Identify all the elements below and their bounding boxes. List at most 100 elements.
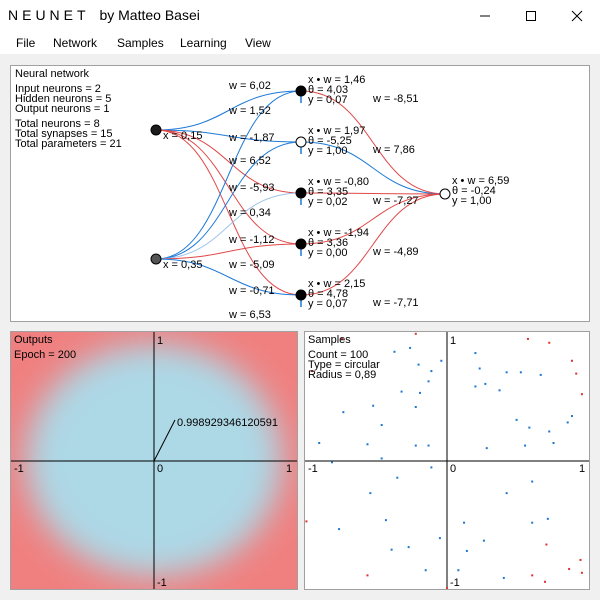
close-button[interactable] <box>554 0 600 32</box>
sample-point <box>330 461 333 464</box>
sample-point <box>478 367 481 370</box>
maximize-button[interactable] <box>508 0 554 32</box>
minimize-button[interactable] <box>462 0 508 32</box>
neuron-y: y = 0,00 <box>308 247 347 259</box>
sample-point <box>380 457 383 460</box>
axis-tick-left: -1 <box>14 463 24 475</box>
axis-tick-origin: 0 <box>450 463 456 475</box>
sample-point <box>427 444 430 447</box>
sample-point <box>430 466 433 469</box>
sample-point <box>484 382 487 385</box>
sample-point <box>396 476 399 479</box>
samples-title: Samples <box>308 334 351 346</box>
outputs-panel: Outputs Epoch = 200 1 -1 -1 1 0 0.998929… <box>10 331 298 590</box>
weight-label: w = -5,93 <box>228 182 275 194</box>
sample-point <box>424 569 427 572</box>
hidden-neuron-node <box>295 85 307 97</box>
sample-point <box>414 332 417 335</box>
weight-label: w = -8,51 <box>372 93 419 105</box>
sample-point <box>502 576 505 579</box>
samples-plot: Samples Count = 100 Type = circular Radi… <box>305 332 589 590</box>
sample-point <box>568 567 571 570</box>
sample-point <box>430 370 433 373</box>
weight-label: w = -1,12 <box>228 234 275 246</box>
menu-view[interactable]: View <box>245 36 271 50</box>
app-name: NEUNET <box>8 7 90 23</box>
sample-point <box>575 372 578 375</box>
weight-label: w = -7,71 <box>372 297 419 309</box>
synapse <box>155 192 302 260</box>
sample-point <box>338 528 341 531</box>
title-bar: NEUNET by Matteo Basei <box>0 0 600 32</box>
sample-point <box>465 549 468 552</box>
axis-tick-bottom: -1 <box>157 577 167 589</box>
sample-point <box>548 430 551 433</box>
output-neuron: x • w = 6,59 θ = -0,24 y = 1,00 <box>439 175 509 207</box>
hidden-neuron-node <box>295 136 307 148</box>
close-icon <box>571 10 583 22</box>
sample-point <box>417 363 420 366</box>
sample-point <box>539 373 542 376</box>
menu-network[interactable]: Network <box>53 36 97 50</box>
samples-radius: Radius = 0,89 <box>308 369 376 381</box>
neuron-y: y = 0,07 <box>308 298 347 310</box>
hidden-neuron: x • w = 1,46θ = 4,03y = 0,07 <box>295 74 365 106</box>
sample-point <box>543 580 546 583</box>
input-neuron: x = 0,15 <box>150 124 202 142</box>
sample-point <box>390 548 393 551</box>
input-value: x = 0,15 <box>163 130 202 142</box>
input-value: x = 0,35 <box>163 259 202 271</box>
sample-point <box>414 444 417 447</box>
output-y: y = 1,00 <box>452 195 491 207</box>
sample-point <box>305 520 308 523</box>
menu-file[interactable]: File <box>16 36 35 50</box>
sample-point <box>463 521 466 524</box>
input-neuron-node <box>150 124 162 136</box>
sample-point <box>545 543 548 546</box>
network-panel: Neural network Input neurons = 2 Hidden … <box>10 65 590 322</box>
sample-point <box>393 350 396 353</box>
sample-point <box>570 359 573 362</box>
samples-panel: Samples Count = 100 Type = circular Radi… <box>304 331 590 590</box>
weight-label: w = -4,89 <box>372 246 419 258</box>
axis-tick-origin: 0 <box>157 463 163 475</box>
sample-point <box>474 352 477 355</box>
hidden-neuron-node <box>295 187 307 199</box>
hidden-neuron-node <box>295 289 307 301</box>
sample-point <box>526 337 529 340</box>
weight-label: w = -5,09 <box>228 259 275 271</box>
sample-point <box>474 385 477 388</box>
weight-label: w = 1,52 <box>228 105 271 117</box>
menu-samples[interactable]: Samples <box>117 36 164 50</box>
hidden-neuron-node <box>295 238 307 250</box>
menu-learning[interactable]: Learning <box>180 36 227 50</box>
weight-label: w = -0,71 <box>228 285 275 297</box>
weight-label: w = -7,27 <box>372 195 419 207</box>
sample-point <box>519 371 522 374</box>
sample-point <box>414 406 417 409</box>
network-info: Neural network Input neurons = 2 Hidden … <box>15 68 122 150</box>
sample-point <box>409 346 412 349</box>
weight-label: w = 6,52 <box>228 155 271 167</box>
stat-output-neurons: Output neurons = 1 <box>15 103 109 115</box>
sample-point <box>366 574 369 577</box>
neuron-y: y = 0,07 <box>308 94 347 106</box>
sample-point <box>380 424 383 427</box>
app-byline: by Matteo Basei <box>99 7 200 23</box>
weight-label: w = -1,87 <box>228 132 275 144</box>
axis-tick-right: 1 <box>286 463 292 475</box>
sample-point <box>515 418 518 421</box>
sample-point <box>531 480 534 483</box>
sample-point <box>400 390 403 393</box>
window-title: NEUNET by Matteo Basei <box>8 7 200 23</box>
weight-label: w = 6,53 <box>228 309 271 321</box>
axis-tick-top: 1 <box>450 335 456 347</box>
sample-point <box>580 571 583 574</box>
sample-point <box>505 492 508 495</box>
sample-point <box>446 587 448 590</box>
sample-point <box>580 393 583 396</box>
hidden-layer: x • w = 1,46θ = 4,03y = 0,07 x • w = 1,97… <box>295 74 369 310</box>
sample-point <box>369 492 372 495</box>
sample-point <box>531 574 534 577</box>
hidden-neuron: x • w = -0,80θ = 3,35y = 0,02 <box>295 176 369 208</box>
